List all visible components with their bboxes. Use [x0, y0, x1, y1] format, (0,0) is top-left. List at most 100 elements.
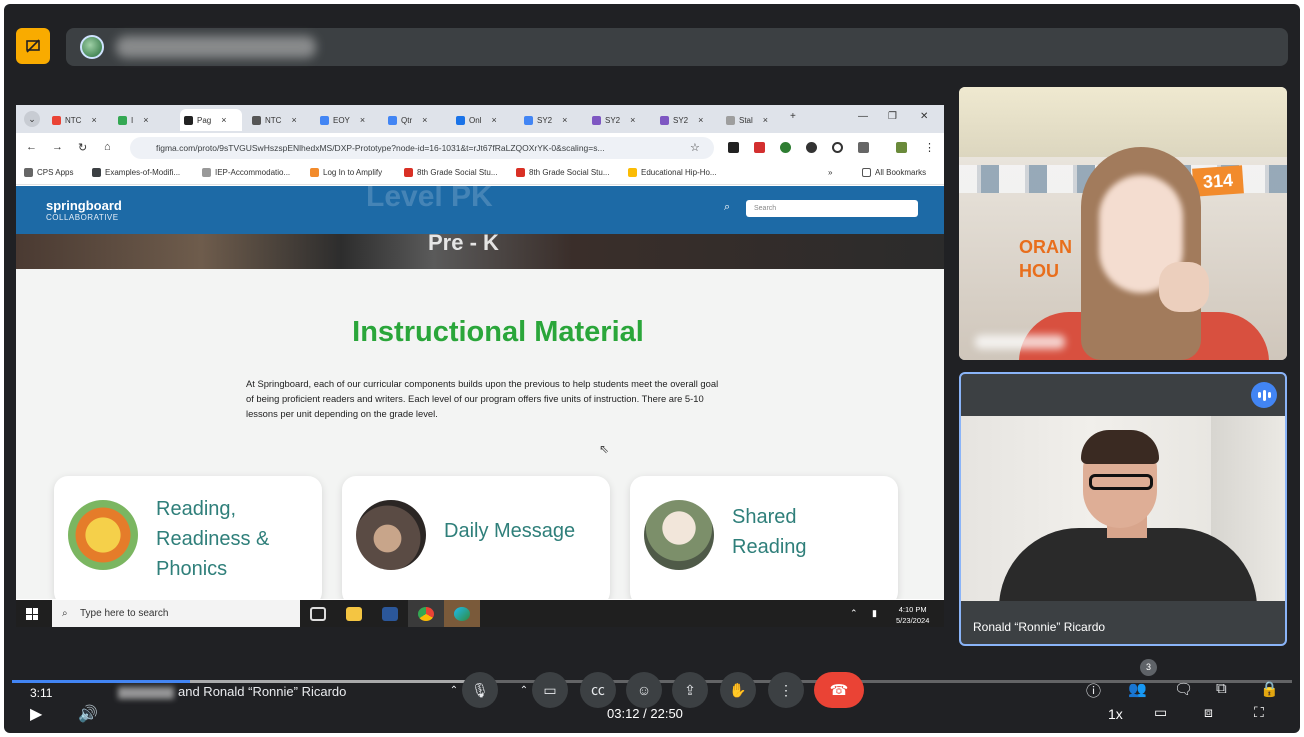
- extension-icon[interactable]: [780, 142, 791, 153]
- tab-favicon-icon: [252, 115, 261, 125]
- tray-device-icon[interactable]: ▮: [872, 608, 877, 619]
- site-search-input[interactable]: Search: [746, 200, 918, 217]
- windows-start-icon[interactable]: [26, 608, 38, 620]
- tab-close-icon[interactable]: ×: [698, 115, 703, 125]
- participant-tile-ronald[interactable]: Ronald “Ronnie” Ricardo: [959, 372, 1287, 646]
- video-player-controls: ▶ 🔊 03:12 / 22:50 1x ▭ ⧈ ⛶: [4, 694, 1300, 733]
- tab-favicon-icon: [184, 115, 193, 125]
- tab-close-icon[interactable]: ×: [360, 115, 365, 125]
- extensions-puzzle-icon[interactable]: [858, 142, 869, 153]
- forward-icon[interactable]: →: [52, 141, 63, 153]
- tab-close-icon[interactable]: ×: [91, 115, 96, 125]
- card-daily-message[interactable]: Daily Message: [342, 476, 610, 599]
- site-logo-sub: COLLABORATIVE: [46, 213, 119, 222]
- bookmark-favicon-icon: [404, 168, 413, 177]
- all-bookmarks-button[interactable]: All Bookmarks: [862, 168, 926, 177]
- tab-close-icon[interactable]: ×: [422, 115, 427, 125]
- browser-tab[interactable]: Qtr ×: [384, 109, 444, 131]
- bookmark-item[interactable]: Log In to Amplify: [310, 168, 382, 177]
- task-view-icon[interactable]: [300, 600, 336, 627]
- edge-icon[interactable]: [444, 600, 480, 627]
- extension-icon[interactable]: [806, 142, 817, 153]
- tab-close-icon[interactable]: ×: [630, 115, 635, 125]
- taskbar-search-input[interactable]: ⌕ Type here to search: [52, 600, 300, 627]
- bookmark-item[interactable]: Educational Hip-Ho...: [628, 168, 717, 177]
- chrome-icon[interactable]: [408, 600, 444, 627]
- pip-icon[interactable]: ⧈: [1204, 704, 1224, 720]
- bookmark-item[interactable]: 8th Grade Social Stu...: [516, 168, 610, 177]
- bookmark-item[interactable]: Examples-of-Modifi...: [92, 168, 180, 177]
- browser-tab[interactable]: EOY ×: [316, 109, 376, 131]
- browser-tab[interactable]: SY2 ×: [588, 109, 648, 131]
- bookmarks-overflow-button[interactable]: »: [828, 168, 832, 177]
- play-button[interactable]: ▶: [30, 704, 42, 724]
- site-logo[interactable]: springboard: [46, 198, 122, 213]
- playback-time: 03:12 / 22:50: [607, 706, 683, 721]
- restore-icon[interactable]: ❐: [888, 111, 897, 122]
- playback-speed-button[interactable]: 1x: [1108, 706, 1123, 722]
- tab-favicon-icon: [118, 115, 127, 125]
- bookmarks-bar: CPS Apps Examples-of-Modifi... IEP-Accommo…: [16, 163, 944, 185]
- tab-search-icon[interactable]: ⌄: [24, 111, 40, 127]
- web-page: Level PK springboard COLLABORATIVE ⌕ Sea…: [16, 186, 944, 599]
- browser-tab[interactable]: I ×: [114, 109, 174, 131]
- minimize-icon[interactable]: —: [858, 111, 868, 122]
- card-thumbnail: [644, 500, 714, 570]
- browser-tab[interactable]: NTC ×: [48, 109, 108, 131]
- hero-banner: Pre - K: [16, 230, 944, 269]
- mouse-cursor-icon: ⇖: [599, 442, 610, 456]
- tab-close-icon[interactable]: ×: [562, 115, 567, 125]
- wall-sign: ORAN HOU: [1019, 237, 1072, 281]
- volume-button[interactable]: 🔊: [78, 704, 98, 724]
- file-explorer-icon[interactable]: [336, 600, 372, 627]
- menu-icon[interactable]: ⋮: [924, 141, 935, 154]
- bookmark-label: Examples-of-Modifi...: [105, 168, 181, 177]
- windows-taskbar: ⌕ Type here to search ⌃ ▮ 4:10 PM 5/23/2…: [16, 600, 944, 627]
- browser-tab[interactable]: SY2 ×: [656, 109, 716, 131]
- tab-label: Pag: [197, 115, 212, 125]
- back-icon[interactable]: ←: [26, 141, 37, 153]
- browser-tab[interactable]: SY2 ×: [520, 109, 580, 131]
- card-reading-readiness-phonics[interactable]: Reading, Readiness & Phonics: [54, 476, 322, 599]
- extension-icon[interactable]: [728, 142, 739, 153]
- browser-tab[interactable]: Pag ×: [180, 109, 242, 131]
- tab-close-icon[interactable]: ×: [291, 115, 296, 125]
- tab-close-icon[interactable]: ×: [221, 115, 226, 125]
- participant-video: [1159, 262, 1209, 312]
- bookmark-label: 8th Grade Social Stu...: [529, 168, 610, 177]
- browser-tab[interactable]: NTC ×: [248, 109, 308, 131]
- browser-tab[interactable]: Stal ×: [722, 109, 782, 131]
- tab-favicon-icon: [320, 115, 329, 125]
- card-shared-reading[interactable]: Shared Reading: [630, 476, 898, 599]
- search-icon: ⌕: [724, 201, 731, 213]
- profile-icon[interactable]: [896, 142, 907, 153]
- tab-close-icon[interactable]: ×: [763, 115, 768, 125]
- tray-chevron-icon[interactable]: ⌃: [850, 608, 858, 619]
- stop-presenting-button[interactable]: [16, 28, 50, 64]
- new-tab-button[interactable]: +: [790, 111, 796, 122]
- close-window-icon[interactable]: ✕: [920, 111, 928, 122]
- tab-close-icon[interactable]: ×: [491, 115, 496, 125]
- reload-icon[interactable]: ↻: [78, 141, 87, 154]
- bookmark-label: CPS Apps: [37, 168, 74, 177]
- address-bar[interactable]: figma.com/proto/9sTVGUSwHszspENlhedxMS/D…: [130, 137, 714, 159]
- bookmark-label: 8th Grade Social Stu...: [417, 168, 498, 177]
- extension-icon[interactable]: [832, 142, 843, 153]
- home-icon[interactable]: ⌂: [104, 141, 111, 153]
- bookmark-item[interactable]: 8th Grade Social Stu...: [404, 168, 498, 177]
- bookmark-item[interactable]: CPS Apps: [24, 168, 73, 177]
- fullscreen-icon[interactable]: ⛶: [1254, 704, 1274, 720]
- all-bookmarks-label: All Bookmarks: [875, 168, 927, 177]
- hero-heading: Pre - K: [428, 230, 499, 255]
- tab-close-icon[interactable]: ×: [143, 115, 148, 125]
- browser-tab[interactable]: Onl ×: [452, 109, 512, 131]
- bookmark-star-icon[interactable]: ☆: [690, 141, 700, 154]
- word-icon[interactable]: [372, 600, 408, 627]
- bookmark-item[interactable]: IEP-Accommodatio...: [202, 168, 290, 177]
- participant-tile-teacher[interactable]: 314 ORAN HOU: [959, 87, 1287, 360]
- theater-mode-icon[interactable]: ▭: [1154, 704, 1174, 720]
- bookmark-label: Educational Hip-Ho...: [641, 168, 717, 177]
- taskbar-clock[interactable]: 4:10 PM 5/23/2024: [896, 604, 929, 626]
- extension-icon[interactable]: [754, 142, 765, 153]
- page-title: Instructional Material: [352, 316, 644, 348]
